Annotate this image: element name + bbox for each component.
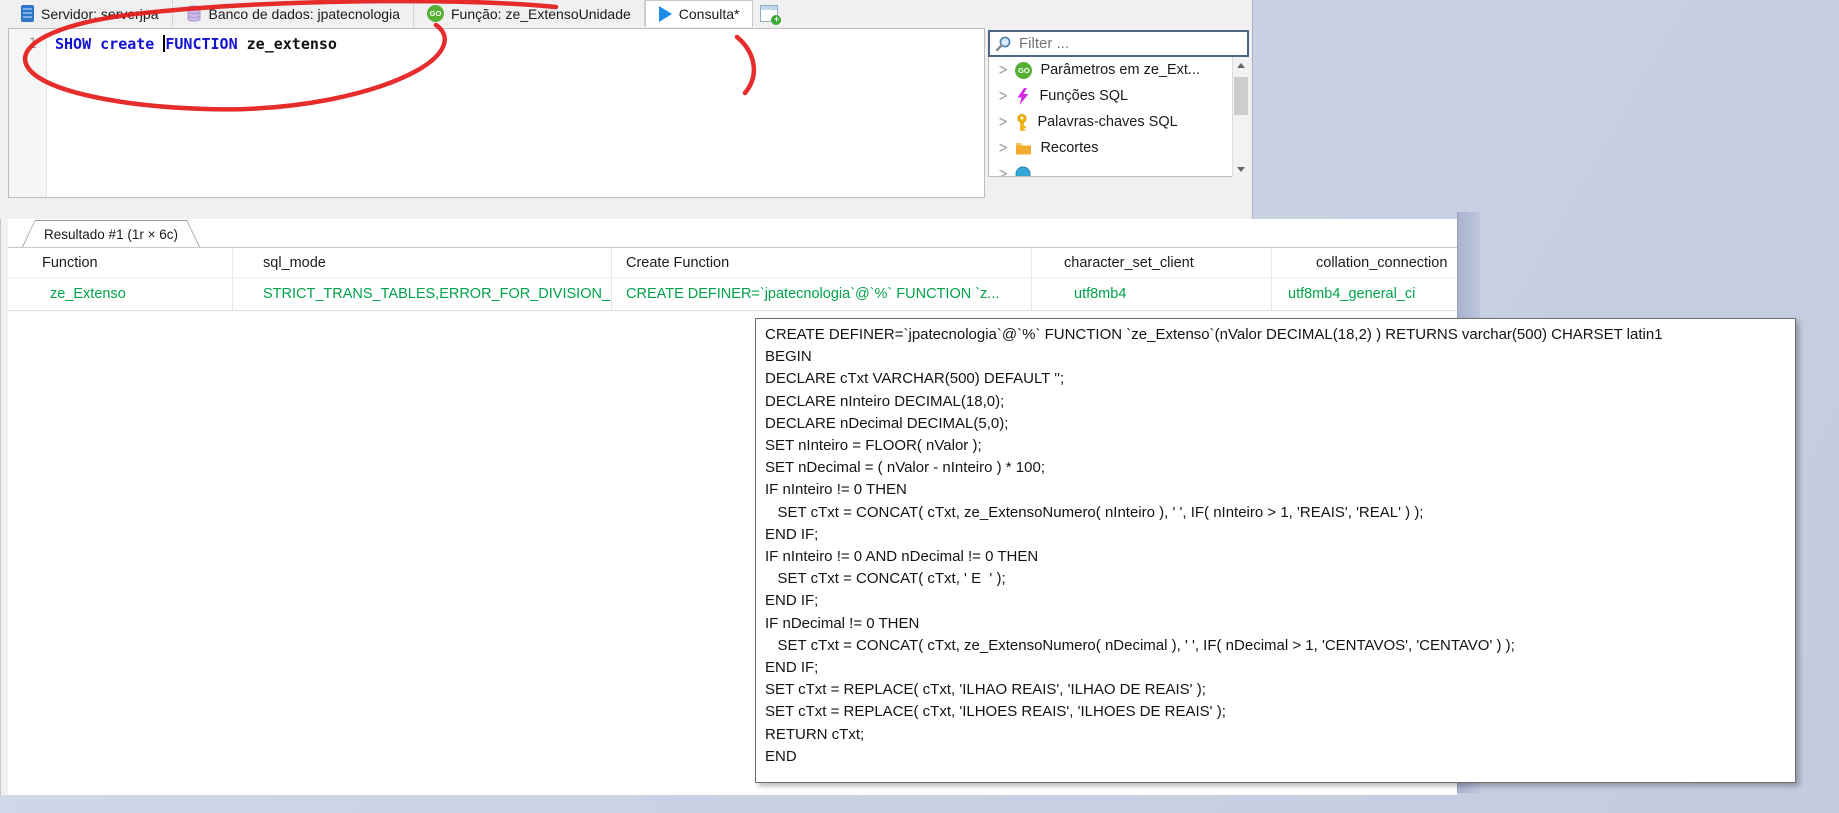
sql-editor[interactable]: 1 SHOW create FUNCTION ze_extenso <box>8 28 985 198</box>
cell-create-function[interactable]: CREATE DEFINER=`jpatecnologia`@`%` FUNCT… <box>612 278 1032 310</box>
sql-keyword-function: FUNCTION <box>165 35 246 53</box>
scroll-up-arrow-icon[interactable] <box>1233 57 1249 73</box>
desktop: Servidor: serverjpa Banco de dados: jpat… <box>0 0 1839 813</box>
lightning-icon <box>1015 88 1031 105</box>
cell-collation-connection[interactable]: utf8mb4_general_ci <box>1272 278 1457 310</box>
chevron-right-icon[interactable]: > <box>999 60 1007 79</box>
cell-character-set-client[interactable]: utf8mb4 <box>1032 278 1272 310</box>
grid-header-row: Function sql_mode Create Function charac… <box>8 248 1457 278</box>
cell-sql-mode[interactable]: STRICT_TRANS_TABLES,ERROR_FOR_DIVISION_B… <box>233 278 612 310</box>
tab-server-label: Servidor: serverjpa <box>41 6 159 22</box>
tab-query-label: Consulta* <box>679 6 740 22</box>
sql-keywords: SHOW create <box>55 35 163 53</box>
column-header-create-function[interactable]: Create Function <box>612 248 1032 278</box>
column-header-character-set-client[interactable]: character_set_client <box>1032 248 1272 278</box>
key-icon <box>1015 114 1029 131</box>
helpers-tree: > GO Parâmetros em ze_Ext... > Funções S… <box>988 57 1249 177</box>
window-left-border <box>0 219 8 795</box>
tree-item-label: Funções SQL <box>1039 88 1128 104</box>
tree-scrollbar[interactable] <box>1232 57 1249 177</box>
line-number: 1 <box>29 36 37 52</box>
column-header-collation-connection[interactable]: collation_connection <box>1272 248 1457 278</box>
tree-item-sql-keywords[interactable]: > Palavras-chaves SQL <box>989 109 1248 135</box>
chevron-right-icon[interactable]: > <box>999 112 1007 131</box>
tree-item-parameters[interactable]: > GO Parâmetros em ze_Ext... <box>989 57 1248 83</box>
tree-item-label: Palavras-chaves SQL <box>1037 114 1177 130</box>
tab-server[interactable]: Servidor: serverjpa <box>8 0 173 27</box>
go-icon: GO <box>1015 62 1032 79</box>
scrollbar-thumb[interactable] <box>1234 77 1248 115</box>
tab-function-label: Função: ze_ExtensoUnidade <box>451 6 631 22</box>
folder-icon <box>1015 141 1032 156</box>
line-number-gutter: 1 <box>9 29 47 197</box>
chevron-right-icon[interactable]: > <box>999 164 1007 177</box>
tree-item-snippets[interactable]: > Recortes <box>989 135 1248 161</box>
result-tab-label: Resultado #1 (1r × 6c) <box>44 227 178 242</box>
filter-box[interactable] <box>988 30 1249 57</box>
sql-identifier: ze_extenso <box>247 35 337 53</box>
tree-item-sql-functions[interactable]: > Funções SQL <box>989 83 1248 109</box>
database-icon <box>186 5 202 22</box>
globe-icon <box>1015 166 1031 177</box>
main-tab-bar: Servidor: serverjpa Banco de dados: jpat… <box>8 0 785 27</box>
column-header-function[interactable]: Function <box>8 248 233 278</box>
table-row[interactable]: ze_Extenso STRICT_TRANS_TABLES,ERROR_FOR… <box>8 278 1457 311</box>
server-icon <box>21 5 34 22</box>
search-icon <box>995 35 1012 52</box>
chevron-right-icon[interactable]: > <box>999 86 1007 105</box>
result-grid: Function sql_mode Create Function charac… <box>8 247 1457 311</box>
tree-item-clipped[interactable]: > <box>989 161 1248 177</box>
tab-database-label: Banco de dados: jpatecnologia <box>209 6 400 22</box>
filter-input[interactable] <box>1017 34 1242 53</box>
cell-function[interactable]: ze_Extenso <box>8 278 233 310</box>
play-icon <box>659 6 672 22</box>
chevron-right-icon[interactable]: > <box>999 138 1007 157</box>
new-query-tab-button[interactable]: + <box>753 0 785 27</box>
result-tab[interactable]: Resultado #1 (1r × 6c) <box>22 220 200 247</box>
tree-item-label: Recortes <box>1040 140 1098 156</box>
query-helpers-panel: > GO Parâmetros em ze_Ext... > Funções S… <box>988 30 1249 177</box>
column-header-sql-mode[interactable]: sql_mode <box>233 248 612 278</box>
sql-code-line[interactable]: SHOW create FUNCTION ze_extenso <box>47 29 984 59</box>
new-query-tab-icon: + <box>760 5 778 22</box>
tab-database[interactable]: Banco de dados: jpatecnologia <box>173 0 414 27</box>
create-function-tooltip: CREATE DEFINER=`jpatecnologia`@`%` FUNCT… <box>755 318 1796 783</box>
scroll-down-arrow-icon[interactable] <box>1233 161 1249 177</box>
tab-function[interactable]: GO Função: ze_ExtensoUnidade <box>414 0 645 27</box>
tab-query[interactable]: Consulta* <box>645 0 754 27</box>
tree-item-label: Parâmetros em ze_Ext... <box>1040 62 1200 78</box>
go-icon: GO <box>427 5 444 22</box>
